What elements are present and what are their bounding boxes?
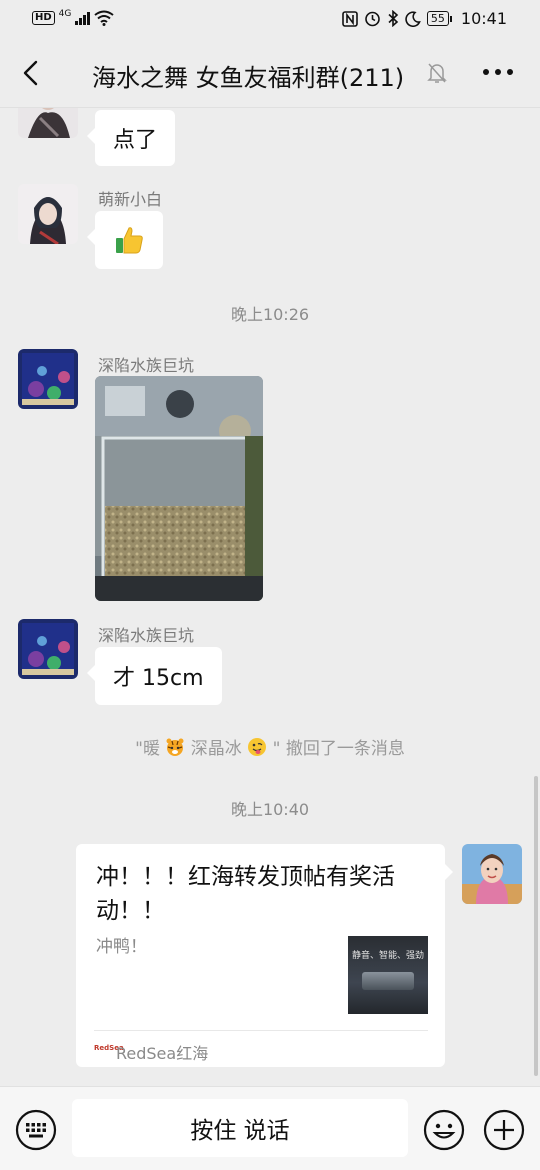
card-divider xyxy=(94,1030,428,1031)
network-type: 4G xyxy=(58,9,72,19)
plus-circle-icon[interactable] xyxy=(483,1109,525,1151)
message-text: 点了 xyxy=(113,128,158,153)
nfc-icon xyxy=(342,10,358,27)
product-image xyxy=(362,972,414,990)
battery-icon: 55 xyxy=(426,11,452,26)
card-title: 冲！！！红海转发顶帖有奖活动！！ xyxy=(96,864,395,924)
card-thumbnail: 静音、智能、强劲 xyxy=(348,936,428,1014)
avatar[interactable] xyxy=(462,844,522,904)
keyboard-icon[interactable] xyxy=(15,1109,57,1151)
emoji-face-icon[interactable] xyxy=(423,1109,465,1151)
input-bar: 按住 说话 xyxy=(0,1086,540,1170)
chat-area[interactable]: 点了 萌新小白 晚上10:26 深陷水族巨坑 深陷水族巨坑 才 15cm "暖 … xyxy=(0,108,540,1086)
sender-name: 萌新小白 xyxy=(98,190,163,209)
thumbs-up-icon xyxy=(116,227,143,254)
link-card[interactable]: 冲！！！红海转发顶帖有奖活动！！ 冲鸭！ 静音、智能、强劲 RedSea Red… xyxy=(76,844,453,1067)
timestamp: 晚上10:40 xyxy=(230,800,310,819)
avatar[interactable] xyxy=(18,108,78,138)
avatar[interactable] xyxy=(18,619,78,679)
back-arrow-icon[interactable] xyxy=(18,58,44,88)
tongue-emoji-icon xyxy=(248,738,267,756)
photo-message[interactable] xyxy=(95,376,263,601)
card-thumbnail-text: 静音、智能、强劲 xyxy=(352,951,425,961)
alarm-icon xyxy=(365,11,380,27)
hold-to-talk-button[interactable]: 按住 说话 xyxy=(72,1099,408,1157)
scrollbar[interactable] xyxy=(534,776,538,1076)
recall-text: " 撤回了一条消息 xyxy=(272,739,405,759)
signal-icon xyxy=(75,11,91,25)
status-bar: HD 4G 55 10:41 xyxy=(0,0,540,38)
avatar[interactable] xyxy=(18,349,78,409)
recall-quote-open: "暖 xyxy=(135,739,160,759)
status-left: HD 4G xyxy=(32,9,114,26)
mute-bell-icon xyxy=(427,63,447,83)
message-bubble[interactable]: 点了 xyxy=(86,110,176,166)
card-source: RedSea红海 xyxy=(116,1044,209,1063)
tiger-emoji-icon xyxy=(166,738,184,756)
chat-header: 海水之舞 女鱼友福利群(211) xyxy=(0,38,540,108)
moon-icon xyxy=(405,10,421,27)
sender-name: 深陷水族巨坑 xyxy=(98,626,195,645)
message-text: 才 15cm xyxy=(113,666,204,691)
more-dots-icon[interactable] xyxy=(482,62,514,82)
message-bubble[interactable]: 才 15cm xyxy=(87,647,222,705)
recall-notice: "暖 深晶冰 " 撤回了一条消息 xyxy=(0,734,540,759)
message-bubble[interactable] xyxy=(87,211,163,269)
card-description: 冲鸭！ xyxy=(96,937,147,957)
status-time: 10:41 xyxy=(460,9,507,28)
hd-badge: HD xyxy=(32,11,55,25)
chat-title: 海水之舞 女鱼友福利群(211) xyxy=(92,64,405,92)
sender-name: 深陷水族巨坑 xyxy=(98,356,195,375)
timestamp: 晚上10:26 xyxy=(230,305,310,324)
status-right: 55 10:41 xyxy=(342,9,507,28)
avatar[interactable] xyxy=(18,184,78,244)
bluetooth-icon xyxy=(388,10,399,27)
wifi-icon xyxy=(94,10,114,26)
redsea-logo-icon: RedSea xyxy=(94,1044,124,1052)
recall-user: 深晶冰 xyxy=(190,739,242,759)
